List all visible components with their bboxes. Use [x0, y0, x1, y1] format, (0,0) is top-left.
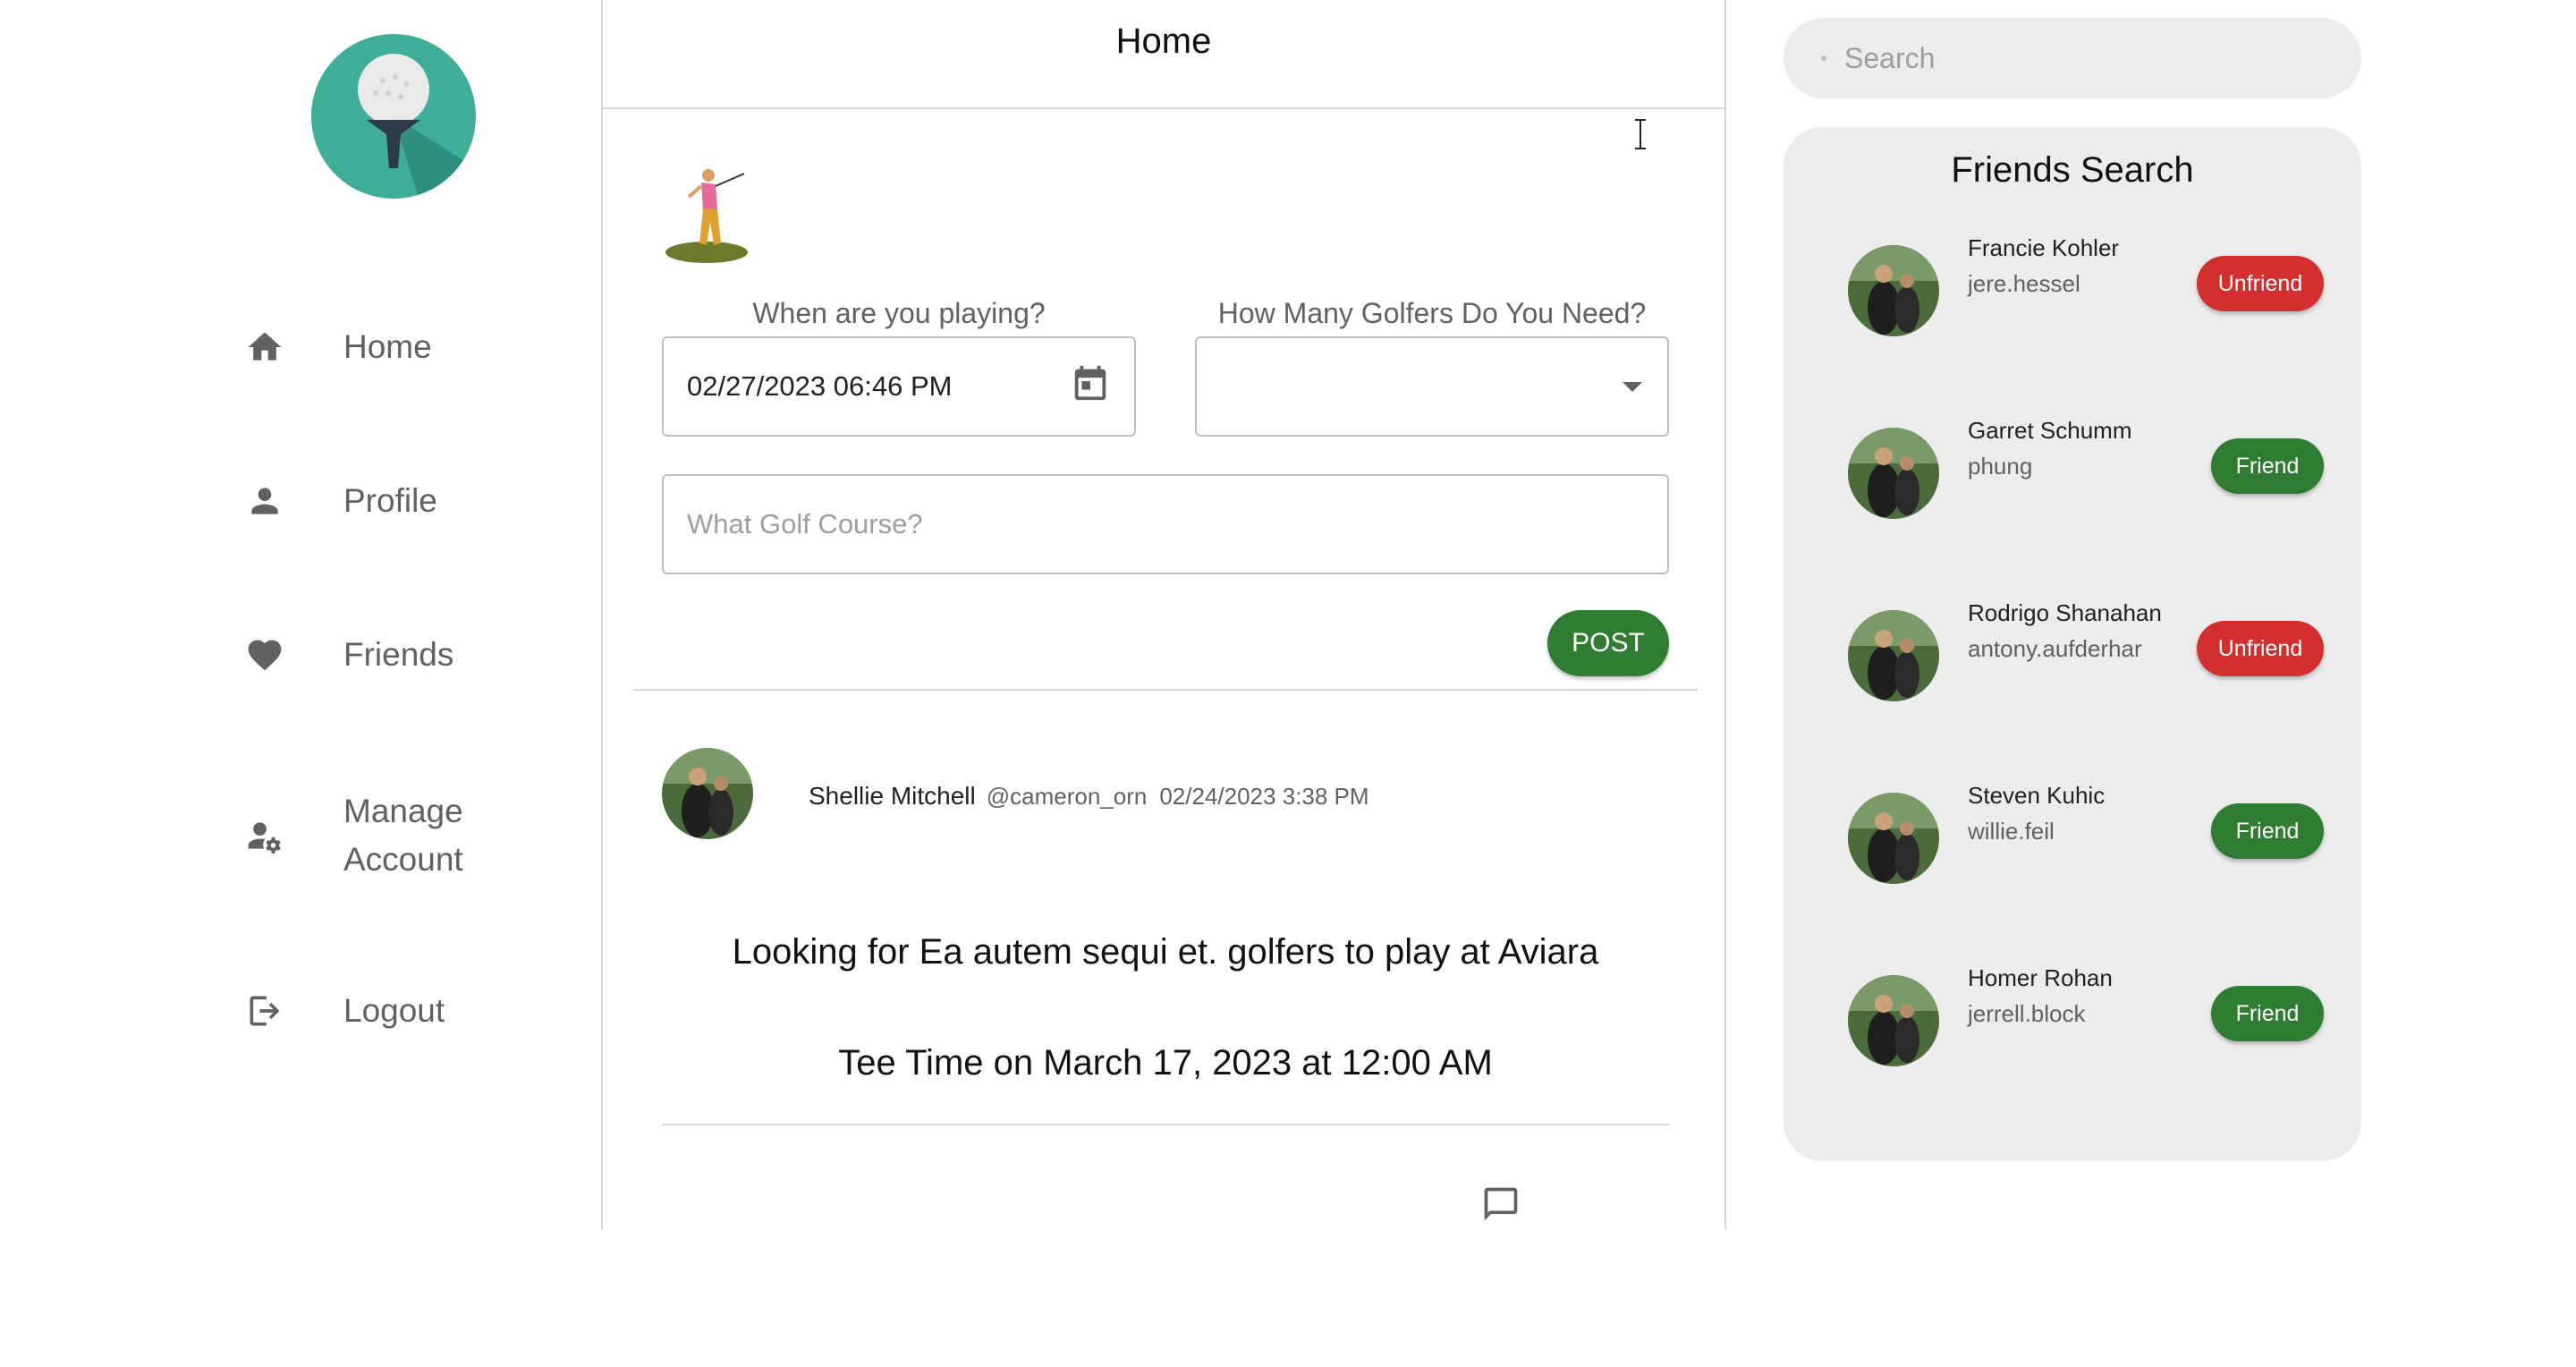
- post-meta: Shellie Mitchell @cameron_orn 02/24/2023…: [809, 782, 1369, 811]
- app-page: Home Profile Friends Manage Account Logo: [0, 0, 2576, 1367]
- friend-button[interactable]: Friend: [2211, 438, 2324, 494]
- page-title: Home: [603, 0, 1724, 109]
- friend-handle: jerrell.block: [1968, 1000, 2086, 1027]
- friend-name[interactable]: Rodrigo Shanahan: [1968, 599, 2162, 627]
- nav-item-manage-account[interactable]: Manage Account: [242, 787, 504, 884]
- friend-button[interactable]: Friend: [2211, 803, 2324, 859]
- golf-course-input[interactable]: What Golf Course?: [662, 474, 1669, 574]
- nav-item-logout[interactable]: Logout: [242, 988, 445, 1034]
- friend-row: Homer Rohan jerrell.block Friend: [1784, 964, 2361, 1090]
- sidebar: Home Profile Friends Manage Account Logo: [0, 0, 601, 1229]
- main-feed: Home When are you playing? How Many Golf…: [601, 0, 1726, 1229]
- nav-item-home[interactable]: Home: [242, 324, 432, 370]
- post-button[interactable]: POST: [1547, 610, 1669, 676]
- tee-time-date-input[interactable]: 02/27/2023 06:46 PM: [662, 336, 1136, 437]
- nav-item-friends[interactable]: Friends: [242, 632, 453, 678]
- nav-item-profile[interactable]: Profile: [242, 478, 437, 524]
- friends-search-panel: Friends Search Francie Kohler jere.hesse…: [1784, 127, 2361, 1161]
- manage-account-icon: [242, 812, 288, 859]
- friend-handle: jere.hessel: [1968, 270, 2080, 297]
- friend-name[interactable]: Francie Kohler: [1968, 234, 2119, 262]
- friend-handle: willie.feil: [1968, 818, 2055, 845]
- nav-item-label: Logout: [343, 992, 445, 1029]
- avatar[interactable]: [1848, 245, 1939, 336]
- nav-item-label: Profile: [343, 482, 437, 519]
- golf-course-placeholder: What Golf Course?: [687, 508, 923, 539]
- when-playing-label: When are you playing?: [752, 297, 1046, 329]
- friend-handle: phung: [1968, 453, 2033, 480]
- tee-time-value: 02/27/2023 06:46 PM: [687, 370, 953, 402]
- post-tee-time: Tee Time on March 17, 2023 at 12:00 AM: [838, 1043, 1493, 1083]
- avatar[interactable]: [662, 748, 753, 839]
- post-handle[interactable]: @cameron_orn: [987, 783, 1148, 811]
- chevron-down-icon: [1623, 381, 1642, 392]
- calendar-icon[interactable]: [1070, 362, 1111, 411]
- person-icon: [242, 478, 288, 524]
- friend-row: Rodrigo Shanahan antony.aufderhar Unfrie…: [1784, 599, 2361, 725]
- friend-row: Steven Kuhic willie.feil Friend: [1784, 782, 2361, 907]
- friend-row: Garret Schumm phung Friend: [1784, 417, 2361, 542]
- nav-item-label: Home: [343, 328, 432, 365]
- nav-item-label: Manage Account: [343, 793, 463, 878]
- post-author[interactable]: Shellie Mitchell: [809, 782, 976, 811]
- friend-handle: antony.aufderhar: [1968, 635, 2142, 662]
- friend-button[interactable]: Friend: [2211, 986, 2324, 1041]
- golfers-needed-label: How Many Golfers Do You Need?: [1217, 297, 1647, 329]
- comment-icon[interactable]: [1481, 1184, 1521, 1224]
- friend-name[interactable]: Steven Kuhic: [1968, 782, 2105, 810]
- friend-name[interactable]: Garret Schumm: [1968, 417, 2132, 445]
- friend-row: Francie Kohler jere.hessel Unfriend: [1784, 234, 2361, 360]
- logout-icon: [242, 988, 288, 1034]
- divider: [662, 1124, 1669, 1125]
- unfriend-button[interactable]: Unfriend: [2197, 256, 2324, 311]
- post-body: Looking for Ea autem sequi et. golfers t…: [732, 932, 1599, 972]
- search-input[interactable]: Search: [1784, 18, 2361, 98]
- avatar[interactable]: [1848, 610, 1939, 701]
- heart-icon: [242, 632, 288, 678]
- unfriend-button[interactable]: Unfriend: [2197, 621, 2324, 676]
- search-icon: [1819, 54, 1828, 63]
- avatar[interactable]: [1848, 793, 1939, 884]
- friends-panel-title: Friends Search: [1951, 150, 2194, 190]
- divider: [633, 689, 1698, 691]
- golfers-needed-select[interactable]: [1195, 336, 1669, 437]
- text-cursor-icon: [1631, 118, 1649, 150]
- search-placeholder: Search: [1844, 41, 1936, 74]
- friend-name[interactable]: Homer Rohan: [1968, 964, 2113, 992]
- post-timestamp: 02/24/2023 3:38 PM: [1159, 783, 1369, 810]
- golfer-avatar: [662, 165, 751, 265]
- avatar[interactable]: [1848, 975, 1939, 1066]
- avatar[interactable]: [1848, 428, 1939, 519]
- page-bottom-area: [0, 1229, 2576, 1367]
- nav-item-label: Friends: [343, 636, 454, 673]
- home-icon: [242, 324, 288, 370]
- golf-ball-logo[interactable]: [311, 34, 476, 199]
